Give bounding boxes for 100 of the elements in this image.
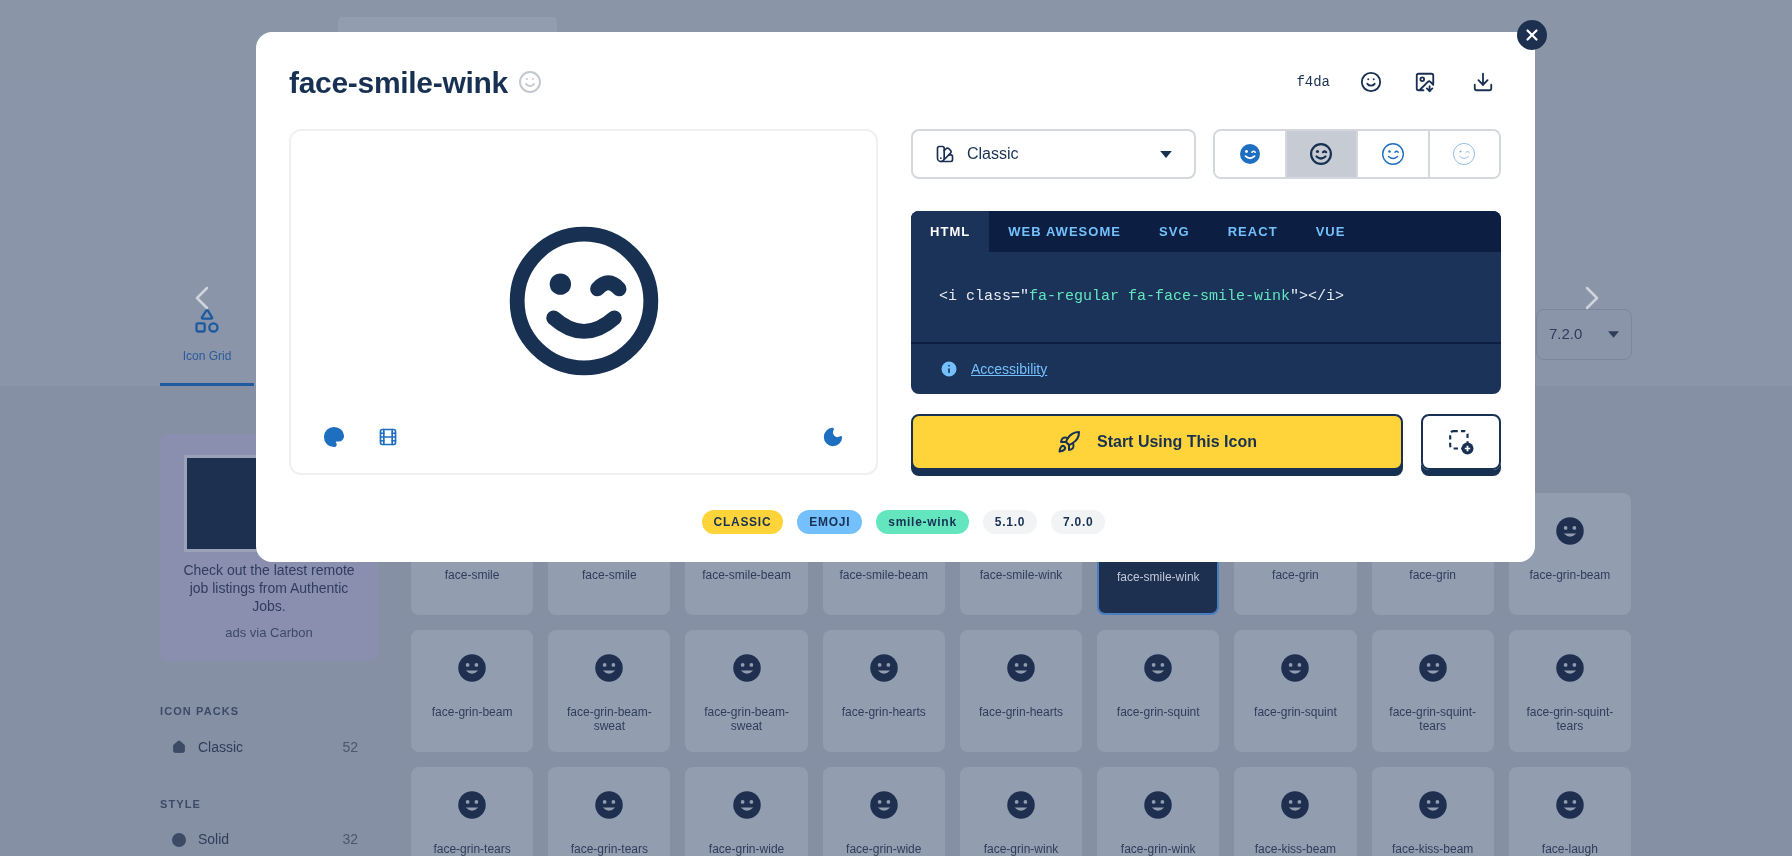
winking-face-icon xyxy=(1237,142,1262,166)
icon-card[interactable]: face-grin-squint xyxy=(1234,630,1357,752)
icon-card[interactable]: face-grin-hearts xyxy=(959,630,1083,752)
winking-face-icon xyxy=(1380,142,1405,166)
icon-card[interactable]: face-grin-wide xyxy=(685,767,808,856)
smiley-face-icon xyxy=(1006,790,1036,820)
code-tab[interactable]: SVG xyxy=(1140,211,1209,252)
icon-card[interactable]: face-grin-tears xyxy=(548,767,671,856)
smiley-face-icon xyxy=(868,790,899,820)
icon-card[interactable]: face-grin-beam xyxy=(411,630,534,752)
code-snippet: <i class="fa-regular fa-face-smile-wink"></i> xyxy=(939,286,1345,307)
icon-label: face-grin-squint-tears xyxy=(1388,705,1477,733)
code-tab[interactable]: HTML xyxy=(911,211,990,252)
icon-label: face-grin-beam-sweat xyxy=(565,705,653,733)
tag[interactable]: 5.1.0 xyxy=(982,510,1038,534)
ad-credit: ads via Carbon xyxy=(225,624,313,642)
version-value: 7.2.0 xyxy=(1549,324,1583,345)
icon-label: face-kiss-beam xyxy=(1253,842,1338,856)
icon-label: face-grin-squint xyxy=(1115,705,1201,719)
smiley-face-icon xyxy=(731,653,762,683)
version-select[interactable]: 7.2.0 xyxy=(1536,309,1632,360)
close-icon xyxy=(1523,26,1541,44)
tag[interactable]: smile-wink xyxy=(876,510,969,534)
sidebar-item[interactable]: Classic 52 xyxy=(160,736,378,758)
icon-label: face-smile-beam xyxy=(838,568,930,582)
icon-label: face-kiss-beam xyxy=(1390,842,1475,856)
sidebar-heading: STYLE xyxy=(160,796,202,812)
caret-icon xyxy=(1160,150,1172,158)
code-tab[interactable]: WEB AWESOME xyxy=(989,211,1141,252)
ad-text: Check out the latest remote job listings from Authentic Jobs. xyxy=(182,561,356,615)
family-select[interactable]: Classic xyxy=(911,129,1196,179)
icon-card[interactable]: face-kiss-beam xyxy=(1371,767,1494,856)
icon-card[interactable]: face-grin-beam-sweat xyxy=(685,630,808,752)
moon-icon[interactable] xyxy=(822,426,844,448)
rocket-icon xyxy=(1057,430,1081,454)
icon-label: face-grin-beam-sweat xyxy=(703,705,790,733)
smiley-face-icon xyxy=(1280,790,1311,820)
tag[interactable]: CLASSIC xyxy=(701,510,784,534)
icon-label: face-grin-tears xyxy=(569,842,649,856)
smiley-face-icon xyxy=(1554,653,1585,683)
icon-label: face-grin xyxy=(1408,568,1457,582)
code-tab[interactable]: REACT xyxy=(1208,211,1297,252)
icon-card[interactable]: face-grin-squint-tears xyxy=(1371,630,1494,752)
smiley-face-icon xyxy=(594,653,625,683)
winking-face-icon xyxy=(1452,142,1477,166)
smiley-face-icon xyxy=(457,653,488,683)
swatch-book-icon xyxy=(935,144,955,164)
icon-card[interactable]: face-grin-wink xyxy=(959,767,1083,856)
smiley-face-icon xyxy=(731,790,762,820)
caret-icon xyxy=(1608,331,1619,338)
icon-label: face-grin-beam xyxy=(1528,568,1612,582)
sidebar-label: Classic xyxy=(198,737,245,757)
smiley-face-icon xyxy=(1417,790,1448,820)
icon-card[interactable]: face-laugh xyxy=(1508,767,1631,856)
palette-icon[interactable] xyxy=(323,426,345,448)
unicode-value: f4da xyxy=(1296,72,1330,92)
sidebar-heading: ICON PACKS xyxy=(160,704,241,719)
icon-label: face-grin-squint xyxy=(1253,705,1338,719)
tag[interactable]: 7.0.0 xyxy=(1051,510,1106,534)
smiley-face-icon xyxy=(1006,653,1036,683)
icon-label: face-smile-beam xyxy=(701,568,792,582)
tag[interactable]: EMOJI xyxy=(797,510,863,534)
info-icon xyxy=(939,359,959,379)
icon-card[interactable]: face-grin-hearts xyxy=(822,630,945,752)
icon-card[interactable]: face-grin-squint xyxy=(1097,630,1220,752)
icon-label: face-grin-wink xyxy=(1119,842,1197,856)
modal-title: face-smile-wink xyxy=(289,64,508,101)
icon-card[interactable]: face-grin-squint-tears xyxy=(1508,630,1631,752)
icon-label: face-grin-wide xyxy=(707,842,786,856)
accessibility-link[interactable]: Accessibility xyxy=(971,358,1048,380)
icon-label: face-grin-squint-tears xyxy=(1525,705,1615,733)
smile-icon-button[interactable] xyxy=(1360,71,1382,93)
icon-card[interactable]: face-grin-wide xyxy=(822,767,945,856)
smiley-face-icon xyxy=(594,790,625,820)
icon-label: face-grin-hearts xyxy=(840,705,927,719)
icon-label: face-smile xyxy=(581,568,638,582)
code-tab[interactable]: VUE xyxy=(1296,211,1365,252)
icon-label: face-smile-wink xyxy=(978,568,1064,582)
icon-label: face-grin-wink xyxy=(982,842,1060,856)
image-download-button[interactable] xyxy=(1414,71,1436,93)
icon-card[interactable]: face-grin-tears xyxy=(411,767,534,856)
icon-label: face-smile-wink xyxy=(1115,570,1201,584)
style-option[interactable] xyxy=(1284,131,1356,177)
smiley-face-icon xyxy=(1554,790,1585,820)
icon-card[interactable]: face-grin-beam-sweat xyxy=(548,630,671,752)
sidebar-count: 52 xyxy=(342,737,358,757)
smile-icon xyxy=(517,70,542,94)
icon-card[interactable]: face-grin-wink xyxy=(1097,767,1220,856)
smiley-face-icon xyxy=(1554,516,1585,546)
icon-card[interactable]: face-kiss-beam xyxy=(1234,767,1357,856)
sidebar-item[interactable]: Solid 32 xyxy=(160,829,378,850)
dashed-square-plus-icon xyxy=(1448,429,1474,455)
film-icon[interactable] xyxy=(378,427,398,447)
smiley-face-icon xyxy=(868,653,899,683)
smiley-face-icon xyxy=(1417,653,1448,683)
download-button[interactable] xyxy=(1472,71,1494,93)
smiley-face-icon xyxy=(1143,790,1174,820)
smiley-face-icon xyxy=(1143,653,1174,683)
smiley-face-icon xyxy=(457,790,488,820)
family-value: Classic xyxy=(967,144,1020,164)
